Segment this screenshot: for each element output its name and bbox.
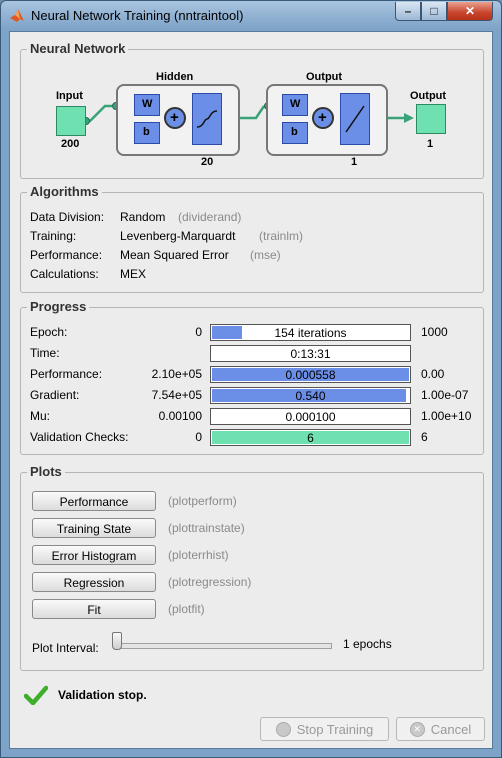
hidden-layer-label: Hidden [156,71,194,83]
plot-function: (plotfit) [168,602,205,616]
output-weight-label: W [290,98,301,110]
algorithm-value: Mean Squared Error [120,248,229,262]
maximize-button[interactable]: □ [421,2,447,21]
output-node [416,104,446,134]
output-label: Output [410,90,447,102]
hidden-bias-label: b [143,126,150,138]
progress-label: Mu: [30,409,51,423]
status-text: Validation stop. [58,688,147,702]
algorithm-value: Levenberg-Marquardt [120,229,236,243]
plots-title: Plots [27,464,65,479]
algorithm-function: (mse) [250,248,281,262]
input-node [56,106,86,136]
hidden-sum-symbol: + [170,109,179,126]
plot-regression-button[interactable]: Regression [32,572,156,592]
progress-label: Time: [30,346,60,360]
input-size: 200 [61,138,80,150]
plot-function: (plottrainstate) [168,521,245,535]
progress-start-value: 2.10e+05 [151,367,202,381]
plot-function: (plotperform) [168,494,237,508]
check-icon [24,685,48,705]
minimize-icon: – [404,4,412,18]
plot-error-histogram-button[interactable]: Error Histogram [32,545,156,565]
progress-label: Epoch: [30,325,68,339]
client-area: Neural Network Input 200 Hidden W b + 20… [9,31,493,749]
stop-training-label: Stop Training [296,721,374,737]
progress-bar-text: 0.000100 [285,410,336,424]
progress-label: Performance: [30,367,103,381]
input-label: Input [56,90,83,102]
tansig-icon [196,110,218,128]
progress-title: Progress [27,299,90,314]
progress-bar-text: 6 [307,431,314,445]
progress-start-value: 0 [195,430,202,444]
progress-bar-text: 0:13:31 [290,347,331,361]
output-sum-symbol: + [318,109,327,126]
progress-start-value: 7.54e+05 [151,388,202,402]
plot-interval-track[interactable] [116,643,332,649]
progress-start-value: 0.00100 [158,409,202,423]
maximize-icon: □ [430,4,438,18]
progress-end-value: 1.00e+10 [421,409,472,423]
progress-bar-text: 0.000558 [285,368,336,382]
window-title: Neural Network Training (nntraintool) [31,8,244,23]
output-bias-label: b [291,126,298,138]
algorithms-title: Algorithms [27,184,102,199]
algorithm-key: Performance: [30,248,103,262]
algorithm-value: Random [120,210,166,224]
algorithm-value: MEX [120,267,147,281]
plot-function: (ploterrhist) [168,548,229,562]
progress-bar: 6 [210,429,411,446]
output-size: 1 [427,138,434,150]
algorithm-key: Data Division: [30,210,105,224]
progress-bar: 0.000558 [210,366,411,383]
cancel-icon: ✕ [409,721,425,737]
close-button[interactable]: ✕ [447,2,493,21]
plot-interval-slider-thumb[interactable] [112,632,122,650]
plot-fit-button[interactable]: Fit [32,599,156,619]
plot-interval-value: 1 epochs [343,637,392,651]
stop-training-button[interactable]: Stop Training [260,717,389,741]
plot-performance-button[interactable]: Performance [32,491,156,511]
progress-label: Gradient: [30,388,80,402]
algorithm-function: (dividerand) [178,210,242,224]
progress-bar: 154 iterations [210,324,411,341]
matlab-logo-icon [10,9,24,22]
algorithm-key: Calculations: [30,267,99,281]
title-bar[interactable]: Neural Network Training (nntraintool) – … [1,1,501,31]
progress-bar: 0.000100 [210,408,411,425]
progress-end-value: 6 [421,430,428,444]
output-layer-size: 1 [351,156,358,168]
progress-end-value: 1.00e-07 [421,388,469,402]
cancel-button[interactable]: ✕ Cancel [396,717,485,741]
close-icon: ✕ [464,4,476,18]
plot-training-state-button[interactable]: Training State [32,518,156,538]
progress-bar: 0.540 [210,387,411,404]
plot-function: (plotregression) [168,575,252,589]
progress-end-value: 1000 [421,325,448,339]
algorithm-function: (trainlm) [259,229,303,243]
cancel-label: Cancel [430,721,472,737]
algorithm-key: Training: [30,229,77,243]
progress-bar-text: 0.540 [295,389,326,403]
purelin-icon [345,105,365,133]
hidden-weight-label: W [142,98,153,110]
progress-bar-text: 154 iterations [274,326,347,340]
stop-icon [275,721,291,737]
output-layer-label: Output [306,71,343,83]
minimize-button[interactable]: – [395,2,421,21]
nntraintool-window: Neural Network Training (nntraintool) – … [0,0,502,758]
progress-bar: 0:13:31 [210,345,411,362]
hidden-size: 20 [201,156,214,168]
progress-start-value: 0 [195,325,202,339]
progress-end-value: 0.00 [421,367,445,381]
plot-interval-label: Plot Interval: [32,641,99,655]
